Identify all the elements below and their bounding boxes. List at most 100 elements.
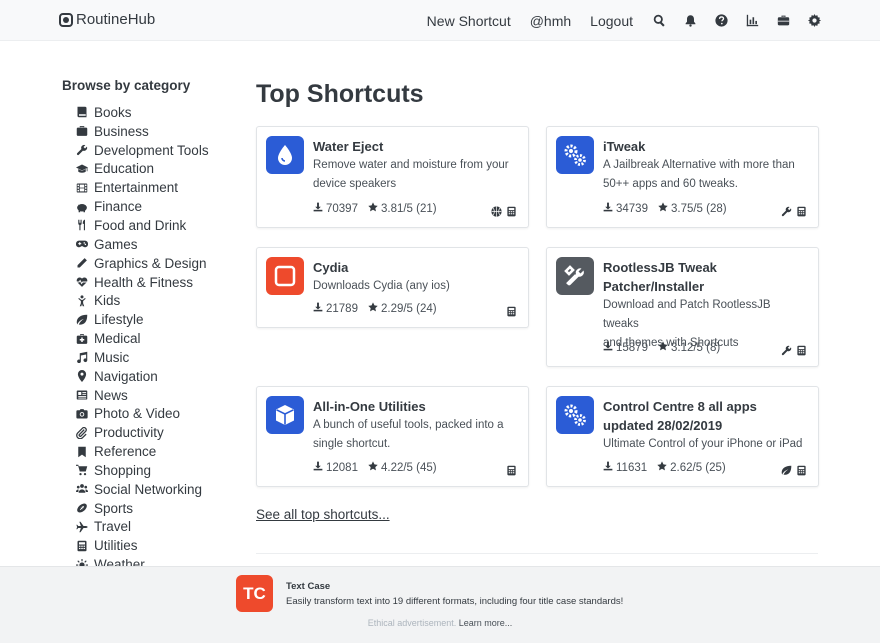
shortcut-title[interactable]: All-in-One Utilities [313, 397, 518, 416]
download-icon [313, 302, 323, 315]
category-label: Productivity [94, 425, 164, 441]
wrench-icon[interactable] [781, 343, 792, 361]
chart-icon[interactable] [745, 14, 759, 28]
search-icon[interactable] [652, 14, 666, 28]
shortcut-title[interactable]: iTweak [603, 137, 808, 156]
wrench-icon [75, 144, 88, 157]
category-kids[interactable]: Kids [62, 291, 232, 310]
download-icon [603, 202, 613, 215]
shortcut-title[interactable]: RootlessJB Tweak Patcher/Installer [603, 258, 808, 296]
category-label: Health & Fitness [94, 274, 194, 290]
square-outline-icon[interactable] [266, 257, 304, 295]
shortcut-stats: 15879 3.12/5 (8) [603, 341, 720, 354]
category-sports[interactable]: Sports [62, 499, 232, 518]
new-shortcut-link[interactable]: New Shortcut [427, 13, 511, 29]
shortcut-card[interactable]: iTweak A Jailbreak Alternative with more … [546, 126, 819, 228]
ad-learn-more-link[interactable]: Learn more... [459, 618, 513, 628]
shortcut-card[interactable]: Water Eject Remove water and moisture fro… [256, 126, 529, 228]
category-label: Photo & Video [94, 406, 181, 422]
category-label: Games [94, 236, 138, 252]
water-drop-icon[interactable] [266, 136, 304, 174]
logout-link[interactable]: Logout [590, 13, 633, 29]
category-graphics-design[interactable]: Graphics & Design [62, 254, 232, 273]
bell-icon[interactable] [683, 14, 697, 28]
cube-icon[interactable] [266, 396, 304, 434]
gear-icon[interactable] [807, 14, 821, 28]
category-sidebar: Browse by category Books Business Developm… [62, 78, 232, 566]
shortcut-title[interactable]: Water Eject [313, 137, 518, 156]
category-education[interactable]: Education [62, 160, 232, 179]
category-weather[interactable]: Weather [62, 555, 232, 566]
download-icon [603, 341, 613, 354]
category-music[interactable]: Music [62, 348, 232, 367]
category-food-and-drink[interactable]: Food and Drink [62, 216, 232, 235]
category-label: News [94, 387, 128, 403]
category-label: Business [94, 123, 149, 139]
plane-icon [75, 520, 88, 533]
nav-links: New Shortcut @hmh Logout [427, 0, 880, 41]
calculator-icon[interactable] [796, 204, 807, 222]
shortcut-description: Downloads Cydia (any ios) [313, 280, 450, 292]
wrench-icon[interactable] [781, 204, 792, 222]
calculator-icon[interactable] [506, 463, 517, 481]
category-navigation[interactable]: Navigation [62, 367, 232, 386]
shortcut-card[interactable]: Cydia Downloads Cydia (any ios) 21789 2.29/… [256, 247, 529, 328]
category-tags [781, 463, 807, 481]
category-news[interactable]: News [62, 386, 232, 405]
shortcut-card[interactable]: Control Centre 8 all apps updated 28/02/2… [546, 386, 819, 487]
ad-title[interactable]: Text Case [286, 581, 330, 592]
shortcut-title[interactable]: Cydia [313, 258, 518, 277]
toolbox-icon[interactable] [776, 14, 790, 28]
category-label: Utilities [94, 538, 138, 554]
ad-text: Easily transform text into 19 different … [286, 596, 624, 607]
category-social-networking[interactable]: Social Networking [62, 480, 232, 499]
piggy-icon [75, 200, 88, 213]
category-travel[interactable]: Travel [62, 518, 232, 537]
category-productivity[interactable]: Productivity [62, 423, 232, 442]
calculator-icon[interactable] [506, 304, 517, 322]
category-medical[interactable]: Medical [62, 329, 232, 348]
calculator-icon[interactable] [796, 343, 807, 361]
profile-link[interactable]: @hmh [530, 13, 571, 29]
category-label: Travel [94, 519, 132, 535]
category-tags [506, 304, 517, 322]
category-games[interactable]: Games [62, 235, 232, 254]
category-label: Finance [94, 199, 143, 215]
calculator-icon[interactable] [796, 463, 807, 481]
see-all-top-shortcuts-link[interactable]: See all top shortcuts... [256, 507, 390, 522]
shortcut-title[interactable]: Control Centre 8 all apps updated 28/02/2… [603, 397, 808, 435]
category-finance[interactable]: Finance [62, 197, 232, 216]
category-label: Entertainment [94, 180, 179, 196]
basketball-icon[interactable] [491, 204, 502, 222]
ad-logo[interactable]: TC [236, 575, 273, 612]
category-tags [506, 463, 517, 481]
category-development-tools[interactable]: Development Tools [62, 141, 232, 160]
download-count: 21789 [326, 302, 358, 315]
category-label: Kids [94, 293, 121, 309]
camera-icon [75, 407, 88, 420]
category-health-fitness[interactable]: Health & Fitness [62, 273, 232, 292]
category-label: Books [94, 104, 132, 120]
shortcut-card[interactable]: All-in-One Utilities A bunch of useful to… [256, 386, 529, 487]
category-lifestyle[interactable]: Lifestyle [62, 310, 232, 329]
category-utilities[interactable]: Utilities [62, 536, 232, 555]
tools-icon[interactable] [556, 257, 594, 295]
shortcut-card[interactable]: RootlessJB Tweak Patcher/Installer Downloa… [546, 247, 819, 367]
category-shopping[interactable]: Shopping [62, 461, 232, 480]
calculator-icon[interactable] [506, 204, 517, 222]
bookmark-icon [75, 445, 88, 458]
category-entertainment[interactable]: Entertainment [62, 178, 232, 197]
download-icon [603, 461, 613, 474]
help-icon[interactable] [714, 14, 728, 28]
shortcut-stats: 70397 3.81/5 (21) [313, 202, 437, 215]
cogs-icon[interactable] [556, 136, 594, 174]
rating: 3.75/5 (28) [670, 202, 727, 215]
category-business[interactable]: Business [62, 122, 232, 141]
leaf-icon[interactable] [781, 463, 792, 481]
cogs-icon[interactable] [556, 396, 594, 434]
category-reference[interactable]: Reference [62, 442, 232, 461]
ethical-ad-banner[interactable]: TC Text Case Easily transform text into … [0, 566, 880, 643]
brand-link[interactable]: RoutineHub [59, 11, 155, 28]
category-photo-video[interactable]: Photo & Video [62, 405, 232, 424]
category-books[interactable]: Books [62, 103, 232, 122]
